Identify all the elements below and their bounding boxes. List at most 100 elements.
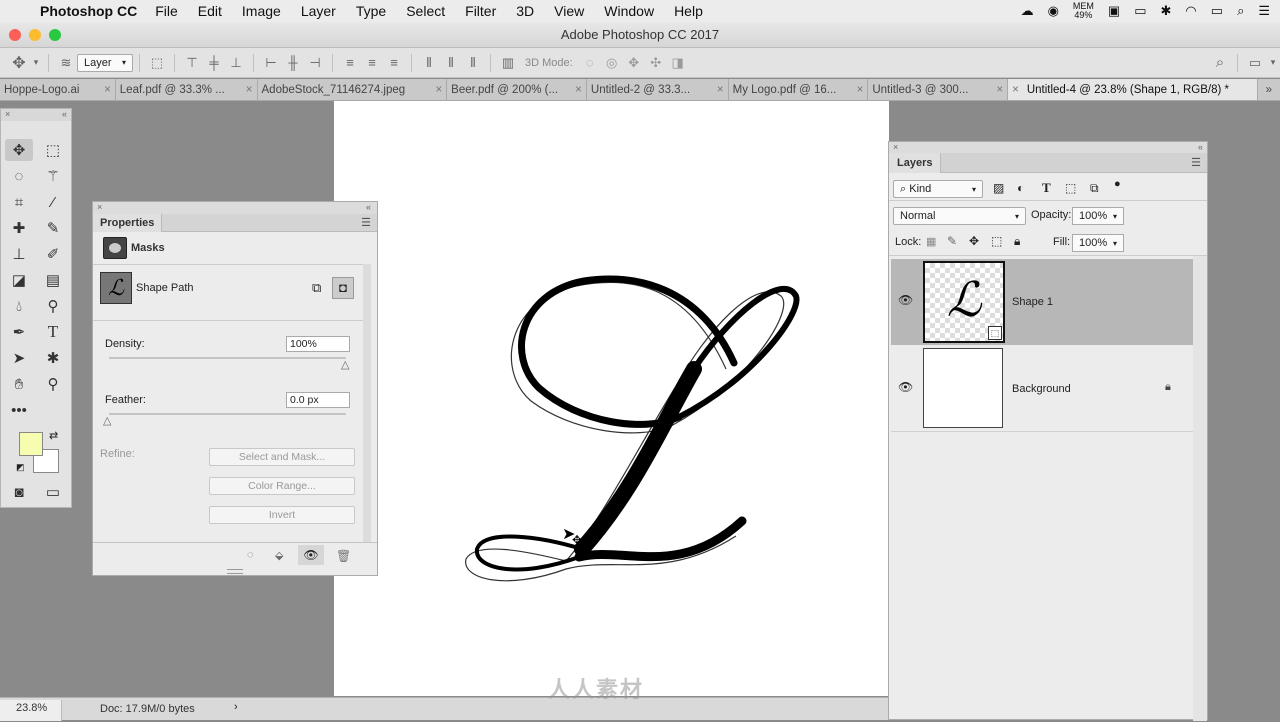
screen-mode-icon[interactable]: ▭ [39,481,67,503]
3d-scale-icon[interactable]: ◨ [667,53,689,73]
menu-layer[interactable]: Layer [301,3,336,19]
airplay-icon[interactable]: ▭ [1134,3,1146,19]
brush-tool-icon[interactable]: ✎ [39,217,67,239]
tab-untitled-4[interactable]: × Untitled-4 @ 23.8% (Shape 1, RGB/8) * [1008,79,1258,100]
menu-3d[interactable]: 3D [516,3,534,19]
wifi-icon[interactable]: ◠ [1185,3,1196,19]
density-slider-track[interactable] [109,357,346,359]
eye-visibility-icon[interactable]: 👁︎ [898,293,913,307]
move-tool-icon[interactable]: ✥ [5,139,33,161]
distribute-hcenter-icon[interactable]: ⫴ [440,53,462,73]
layers-panel-header[interactable]: × « [889,142,1207,153]
3d-slide-icon[interactable]: ✣ [645,53,667,73]
close-tab-icon[interactable]: × [717,79,724,100]
tab-leaf[interactable]: Leaf.pdf @ 33.3% ... × [116,79,258,100]
distribute-top-icon[interactable]: ≡ [339,53,361,73]
filter-adjustment-icon[interactable]: ◐ [1017,181,1024,195]
more-tools-icon[interactable]: ••• [5,399,33,421]
path-selection-tool-icon[interactable]: ➤ [5,347,33,369]
layer-row-shape-1[interactable]: 👁︎ ℒ ⬚ Shape 1 [891,259,1193,345]
align-right-icon[interactable]: ⊣ [304,53,326,73]
align-horizontal-center-icon[interactable]: ╫ [282,53,304,73]
tab-untitled-3[interactable]: Untitled-3 @ 300... × [868,79,1009,100]
density-input[interactable]: 100% [286,336,350,352]
distribute-right-icon[interactable]: ⫴ [462,53,484,73]
tools-panel-header[interactable]: × « [1,109,71,121]
tab-adobestock[interactable]: AdobeStock_71146274.jpeg × [258,79,448,100]
minimize-window-button[interactable] [29,29,41,41]
document-info[interactable]: Doc: 17.9M/0 bytes [100,701,195,722]
chevron-down-icon[interactable]: ▾ [1266,53,1280,73]
app-menu[interactable]: Photoshop CC [40,3,137,19]
filter-shape-icon[interactable]: ⬚ [1065,181,1076,195]
filter-kind-dropdown[interactable]: ⌕ Kind ▾ [893,180,983,198]
invert-button[interactable]: Invert [209,506,355,524]
type-tool-icon[interactable]: T [39,321,67,343]
eraser-tool-icon[interactable]: ◪ [5,269,33,291]
filter-type-icon[interactable]: T [1042,180,1051,196]
transform-controls-icon[interactable]: ⬚ [146,53,168,73]
tab-layers[interactable]: Layers [889,153,942,173]
memory-indicator[interactable]: MEM 49% [1073,2,1094,20]
close-tab-icon[interactable]: × [435,79,442,100]
opacity-input[interactable]: 100% ▾ [1072,207,1124,225]
fill-input[interactable]: 100% ▾ [1072,234,1124,252]
custom-shape-tool-icon[interactable]: ✱ [39,347,67,369]
3d-pan-icon[interactable]: ✥ [623,53,645,73]
default-colors-icon[interactable]: ◩ [16,462,25,473]
blur-tool-icon[interactable]: 💧︎ [5,295,33,317]
bluetooth-icon[interactable]: ✱ [1161,3,1172,19]
zoom-level-field[interactable]: 23.8% [0,700,62,721]
more-tabs-icon[interactable]: » [1258,79,1280,100]
menu-edit[interactable]: Edit [198,3,222,19]
close-tab-icon[interactable]: × [1012,79,1019,100]
3d-orbit-icon[interactable]: ◌ [579,53,601,73]
panel-menu-icon[interactable]: ☰ [1191,156,1201,169]
close-icon[interactable]: × [5,109,10,119]
dodge-tool-icon[interactable]: ⚲ [39,295,67,317]
clone-stamp-tool-icon[interactable]: ⊥ [5,243,33,265]
tab-untitled-2[interactable]: Untitled-2 @ 33.3... × [587,79,729,100]
battery-icon[interactable]: ▭ [1211,3,1223,19]
align-top-icon[interactable]: ⊤ [181,53,203,73]
add-pixel-mask-icon[interactable]: ⧉ [312,280,321,296]
lock-position-icon[interactable]: ✥ [969,234,979,248]
collapse-icon[interactable]: « [366,202,371,212]
add-vector-mask-icon[interactable]: ◘ [332,277,354,299]
zoom-window-button[interactable] [49,29,61,41]
move-tool-preset-icon[interactable]: ✥ [8,53,30,73]
tab-hoppe-logo[interactable]: Hoppe-Logo.ai × [0,79,116,100]
close-icon[interactable]: × [97,202,102,212]
close-tab-icon[interactable]: × [857,79,864,100]
notification-center-icon[interactable]: ☰ [1258,3,1270,19]
close-icon[interactable]: × [893,142,898,152]
collapse-icon[interactable]: « [1198,142,1203,152]
layers-scrollbar[interactable] [1193,256,1207,721]
lock-artboard-icon[interactable]: ⬚ [991,234,1002,248]
auto-select-dropdown[interactable]: Layer ▾ [77,53,133,72]
lock-transparent-icon[interactable]: ▦ [926,235,936,248]
load-selection-icon[interactable]: ◌ [247,549,254,561]
healing-brush-tool-icon[interactable]: ✚ [5,217,33,239]
properties-scrollbar[interactable] [363,264,371,542]
tab-my-logo[interactable]: My Logo.pdf @ 16... × [729,79,869,100]
distribute-vcenter-icon[interactable]: ≡ [361,53,383,73]
crop-tool-icon[interactable]: ⌗ [5,191,33,213]
spotlight-search-icon[interactable]: ⌕ [1237,3,1244,19]
feather-slider-thumb[interactable]: △ [103,414,111,427]
layer-name-background[interactable]: Background [1012,383,1071,395]
foreground-color-swatch[interactable] [19,432,43,456]
lock-image-icon[interactable]: ✎ [947,234,957,248]
panel-menu-icon[interactable]: ☰ [361,216,371,229]
pen-tool-icon[interactable]: ✒ [5,321,33,343]
creative-cloud-icon[interactable]: ☁ [1021,3,1034,19]
filter-smart-object-icon[interactable]: ⧉ [1090,181,1099,196]
swap-colors-icon[interactable]: ⇄ [49,429,58,442]
delete-mask-icon[interactable]: 🗑︎ [336,549,351,563]
circle-icon[interactable]: ◉ [1048,3,1059,19]
chevron-right-icon[interactable]: › [234,701,238,713]
close-tab-icon[interactable]: × [575,79,582,100]
collapse-icon[interactable]: « [62,109,67,119]
chevron-down-icon[interactable]: ▾ [30,53,42,73]
marquee-tool-icon[interactable]: ⬚ [39,139,67,161]
